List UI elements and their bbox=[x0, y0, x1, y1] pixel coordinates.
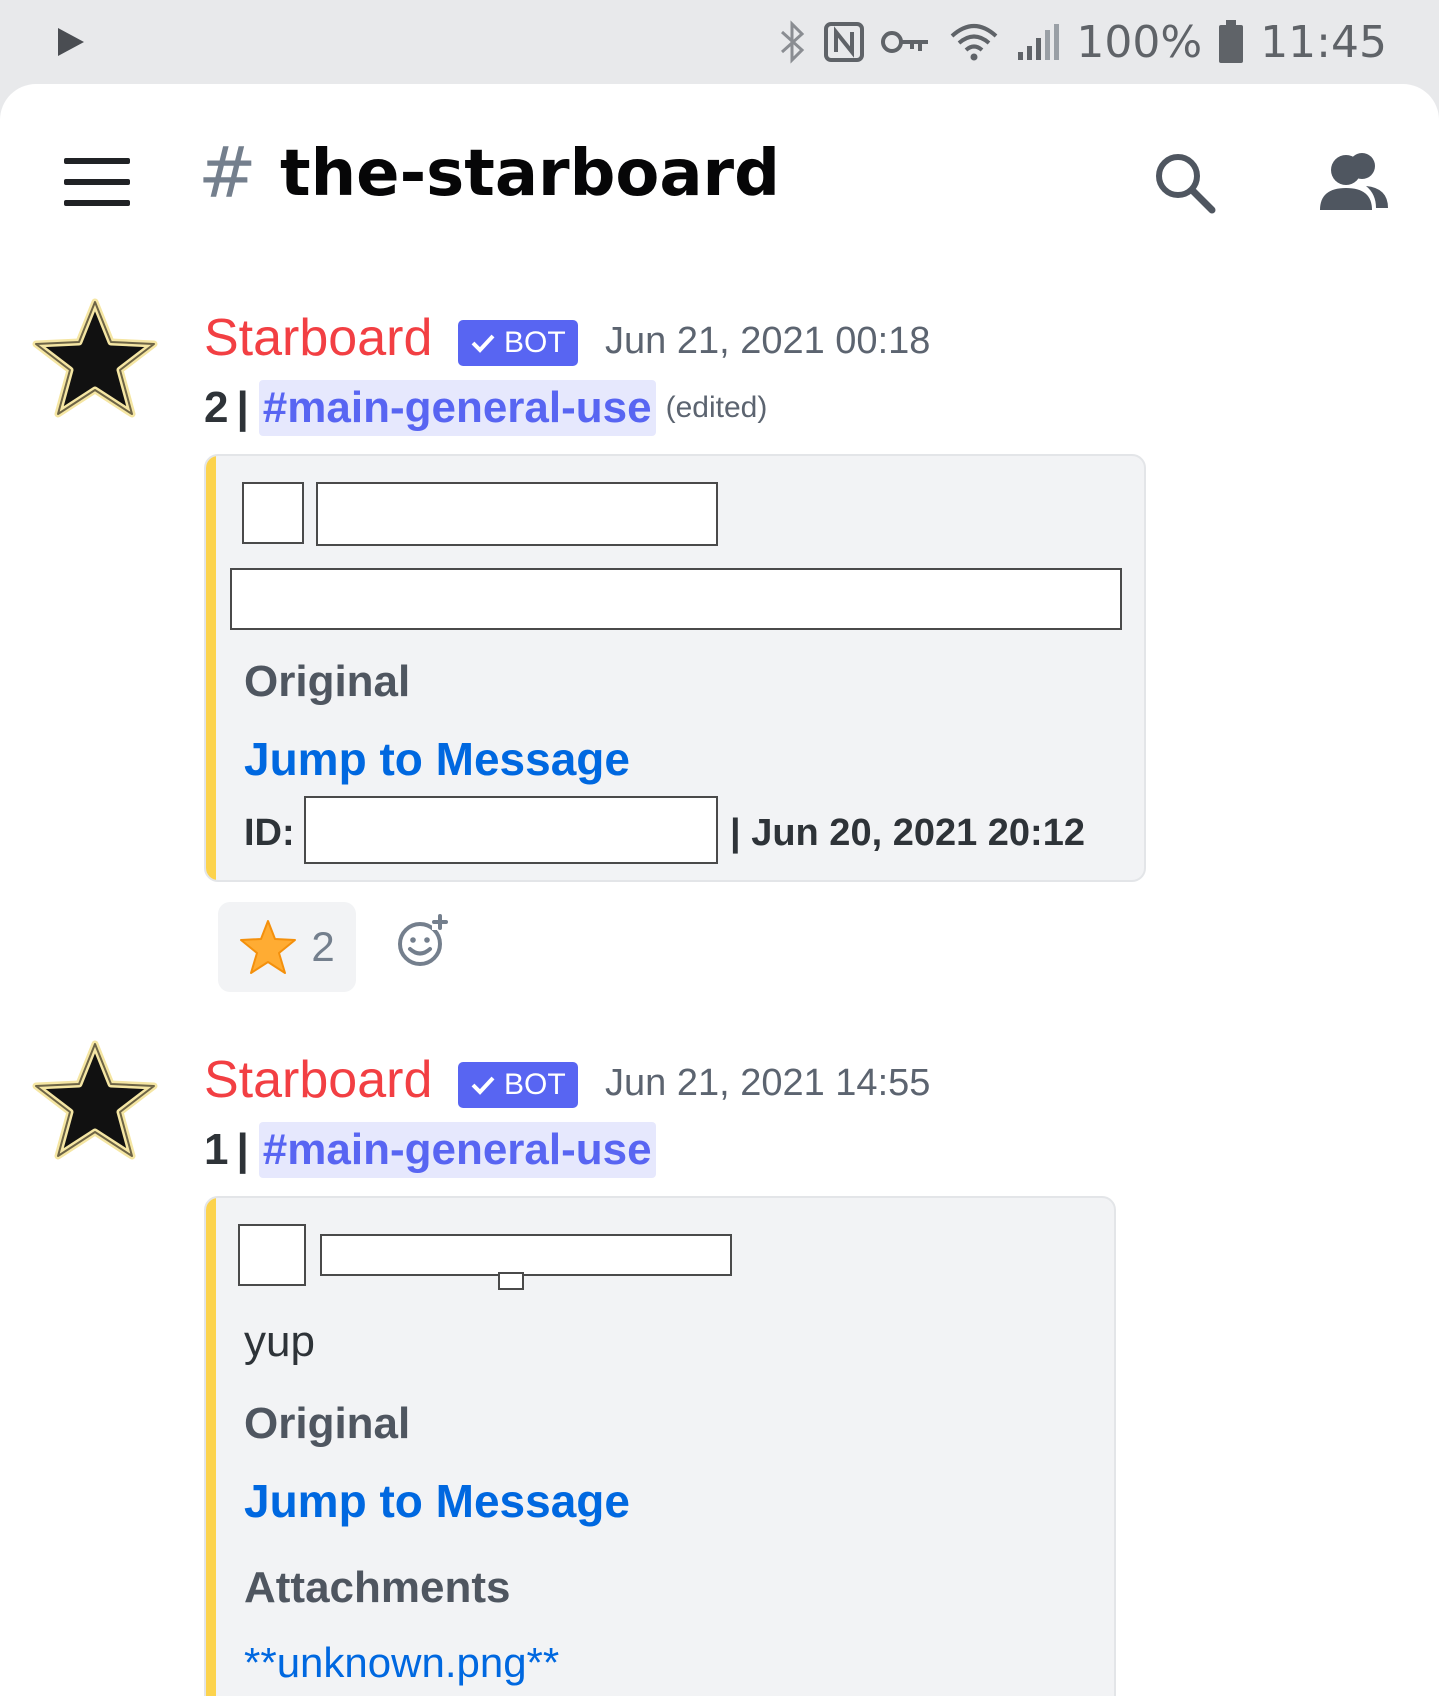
nfc-icon bbox=[824, 22, 865, 62]
embed-date: | Jun 20, 2021 20:12 bbox=[730, 812, 1085, 854]
jump-to-message-link[interactable]: Jump to Message bbox=[244, 736, 630, 782]
embed-accent-bar bbox=[206, 1198, 216, 1696]
channel-title: the-starboard bbox=[280, 137, 780, 211]
play-icon bbox=[58, 28, 84, 60]
signal-icon bbox=[1016, 22, 1060, 62]
star-count: 2 bbox=[204, 383, 229, 432]
redacted-message-id bbox=[304, 796, 718, 864]
bot-tag: BOT bbox=[458, 1062, 578, 1108]
redacted-fragment bbox=[498, 1272, 524, 1290]
battery-icon bbox=[1218, 20, 1244, 64]
message-content: 1 | #main-general-use bbox=[204, 1122, 656, 1178]
message-timestamp: Jun 21, 2021 00:18 bbox=[605, 320, 931, 362]
add-reaction-icon[interactable] bbox=[396, 914, 450, 972]
message-embed: Original Jump to Message ID: | Jun 20, 2… bbox=[204, 454, 1146, 882]
message-embed: yup Original Jump to Message Attachments… bbox=[204, 1196, 1116, 1696]
chat-panel: # the-starboard Starboard BOT Jun 21, 20… bbox=[0, 84, 1439, 1696]
edited-label: (edited) bbox=[665, 391, 768, 424]
redacted-message-text bbox=[230, 568, 1122, 630]
message-content: 2 | #main-general-use (edited) bbox=[204, 380, 767, 436]
search-icon[interactable] bbox=[1152, 150, 1218, 220]
bluetooth-icon bbox=[778, 20, 808, 64]
embed-field-attachments: Attachments bbox=[244, 1563, 511, 1612]
bot-tag-label: BOT bbox=[504, 1068, 566, 1101]
wifi-icon bbox=[948, 22, 1000, 62]
status-bar: 100% 11:45 bbox=[0, 0, 1439, 84]
redacted-author-name bbox=[320, 1234, 732, 1276]
embed-id-label: ID: bbox=[244, 812, 295, 854]
channel-mention[interactable]: #main-general-use bbox=[258, 1122, 656, 1178]
message-timestamp: Jun 21, 2021 14:55 bbox=[605, 1062, 931, 1104]
clock: 11:45 bbox=[1260, 16, 1387, 68]
embed-field-original: Original bbox=[244, 657, 411, 706]
bot-tag: BOT bbox=[458, 320, 578, 366]
redacted-author-name bbox=[316, 482, 718, 546]
starboard-avatar[interactable] bbox=[30, 1040, 160, 1164]
reaction-count: 2 bbox=[311, 923, 335, 970]
channel-hash-icon: # bbox=[198, 132, 257, 214]
jump-to-message-link[interactable]: Jump to Message bbox=[244, 1478, 630, 1524]
star-reaction[interactable]: 2 bbox=[218, 902, 356, 992]
redacted-author-avatar bbox=[242, 482, 304, 544]
hamburger-menu-icon[interactable] bbox=[64, 158, 130, 206]
separator: | bbox=[236, 1125, 249, 1174]
embed-accent-bar bbox=[206, 456, 216, 880]
bot-tag-label: BOT bbox=[504, 326, 566, 359]
embed-field-original: Original bbox=[244, 1399, 411, 1448]
star-count: 1 bbox=[204, 1125, 229, 1174]
members-icon[interactable] bbox=[1318, 150, 1390, 216]
star-emoji-icon bbox=[240, 920, 297, 974]
battery-percent: 100% bbox=[1076, 16, 1203, 68]
starboard-avatar[interactable] bbox=[30, 298, 160, 422]
separator: | bbox=[236, 383, 249, 432]
redacted-author-avatar bbox=[238, 1224, 306, 1286]
attachment-link[interactable]: **unknown.png** bbox=[244, 1642, 559, 1684]
embed-description: yup bbox=[244, 1317, 315, 1366]
author-name[interactable]: Starboard bbox=[204, 1054, 432, 1106]
checkmark-icon bbox=[471, 334, 495, 353]
author-name[interactable]: Starboard bbox=[204, 312, 432, 364]
checkmark-icon bbox=[471, 1076, 495, 1095]
vpn-key-icon bbox=[880, 27, 932, 57]
channel-header: # the-starboard bbox=[0, 84, 1439, 284]
channel-mention[interactable]: #main-general-use bbox=[258, 380, 656, 436]
